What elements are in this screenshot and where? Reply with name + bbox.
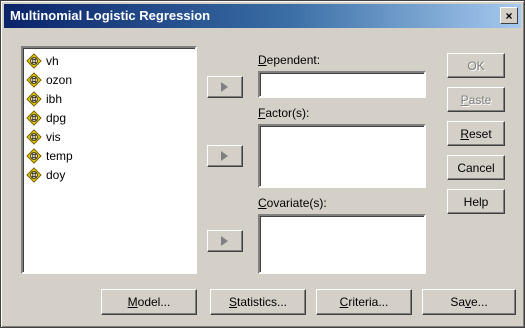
right-arrow-icon [221,151,228,161]
variable-name: dpg [46,110,67,125]
scale-variable-icon [26,128,42,145]
variable-item[interactable]: vh [26,51,195,70]
variable-name: temp [46,148,73,163]
covariates-list[interactable] [258,214,426,274]
scale-variable-icon [26,71,42,88]
variable-name: vis [46,129,61,144]
move-to-covariates-button[interactable] [207,230,243,252]
window-title: Multinomial Logistic Regression [10,8,211,23]
scale-variable-icon [26,166,42,183]
right-arrow-icon [221,82,228,92]
variable-item[interactable]: doy [26,165,195,184]
paste-button[interactable]: Paste [447,87,505,112]
variable-name: ibh [46,91,63,106]
save-button[interactable]: Sa v e... [422,289,516,315]
dependent-field[interactable] [258,71,426,98]
variable-item[interactable]: ibh [26,89,195,108]
source-variable-list[interactable]: vh ozon ibh dpg vis temp doy [21,46,197,274]
variable-item[interactable]: ozon [26,70,195,89]
dependent-label: Dependent: [258,53,321,67]
criteria-button[interactable]: Criteria... [316,289,412,315]
factors-label: Factor(s): [258,106,310,120]
statistics-button[interactable]: Statistics... [210,289,306,315]
variable-item[interactable]: vis [26,127,195,146]
close-icon: × [505,8,513,23]
title-bar[interactable]: Multinomial Logistic Regression × [4,4,521,28]
variable-name: ozon [46,72,73,87]
scale-variable-icon [26,90,42,107]
right-arrow-icon [221,236,228,246]
help-button[interactable]: Help [447,189,505,214]
scale-variable-icon [26,52,42,69]
covariates-label: Covariate(s): [258,196,327,210]
model-button[interactable]: Model... [101,289,197,315]
move-to-dependent-button[interactable] [207,76,243,98]
factors-list[interactable] [258,124,426,188]
cancel-button[interactable]: Cancel [447,155,505,180]
reset-button[interactable]: Reset [447,121,505,146]
dialog-window: Multinomial Logistic Regression × vh ozon… [0,0,525,328]
scale-variable-icon [26,147,42,164]
variable-name: doy [46,167,66,182]
variable-name: vh [46,53,59,68]
close-button[interactable]: × [500,7,518,24]
variable-item[interactable]: dpg [26,108,195,127]
move-to-factors-button[interactable] [207,145,243,167]
scale-variable-icon [26,109,42,126]
ok-button[interactable]: OK [447,53,505,78]
variable-item[interactable]: temp [26,146,195,165]
